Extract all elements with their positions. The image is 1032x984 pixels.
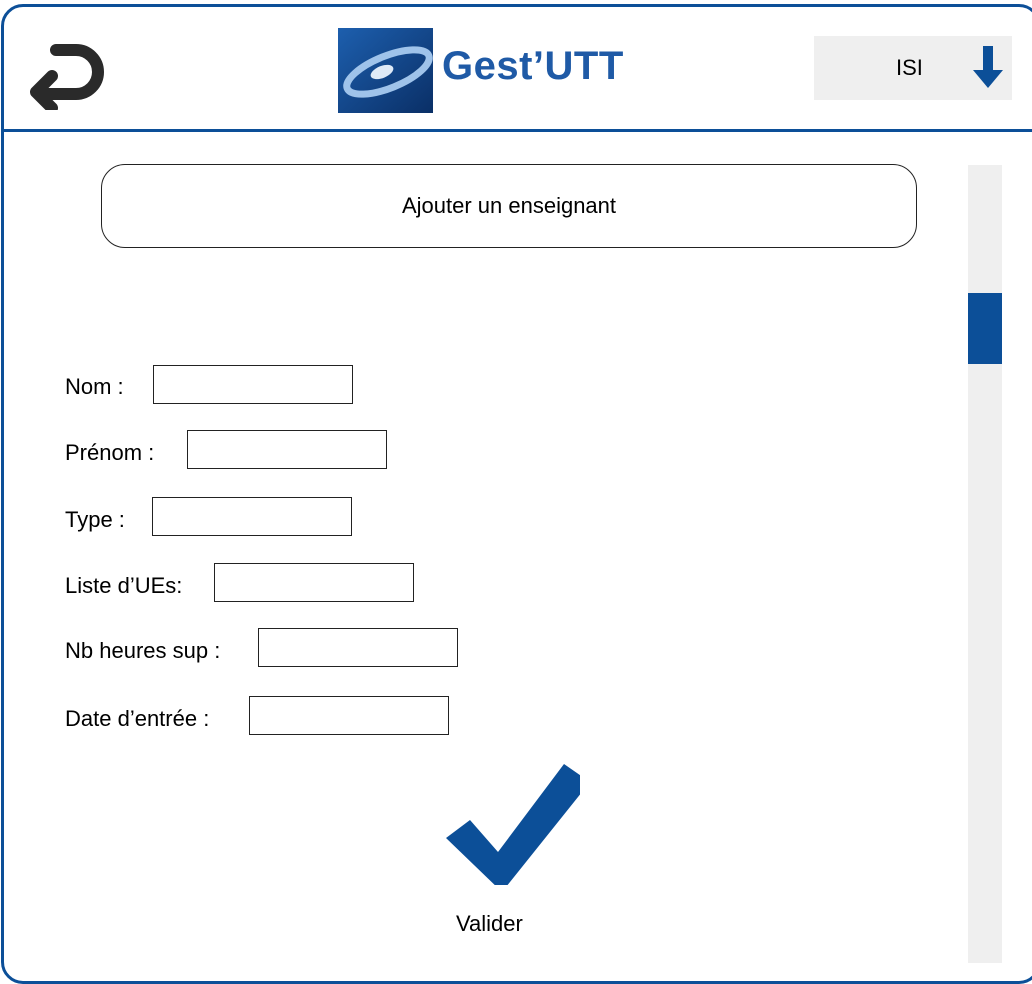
nb-heures-sup-input[interactable]	[258, 628, 458, 667]
nb-heures-sup-label: Nb heures sup :	[65, 638, 221, 663]
back-arrow-icon	[30, 44, 104, 114]
validate-label: Valider	[456, 911, 523, 936]
app-title: Gest’UTT	[442, 44, 624, 88]
header-divider	[2, 129, 1032, 132]
back-button[interactable]	[22, 32, 104, 114]
section-title: Ajouter un enseignant	[101, 164, 917, 248]
app-logo	[338, 28, 433, 113]
program-select-value: ISI	[896, 55, 923, 80]
date-entree-label: Date d’entrée :	[65, 706, 210, 731]
gestutt-logo-icon	[338, 28, 433, 113]
scrollbar-track[interactable]	[968, 165, 1002, 963]
prenom-label: Prénom :	[65, 440, 155, 465]
nom-input[interactable]	[153, 365, 353, 404]
scrollbar-thumb[interactable]	[968, 293, 1002, 364]
date-entree-input[interactable]	[249, 696, 449, 735]
nom-label: Nom :	[65, 374, 124, 399]
validate-button[interactable]: Valider	[430, 760, 590, 940]
liste-ues-input[interactable]	[214, 563, 414, 602]
program-select[interactable]: ISI	[814, 36, 1012, 100]
checkmark-icon	[446, 764, 580, 885]
type-input[interactable]	[152, 497, 352, 536]
type-label: Type :	[65, 507, 125, 532]
liste-ues-label: Liste d’UEs:	[65, 573, 183, 598]
down-arrow-icon	[973, 46, 1003, 88]
prenom-input[interactable]	[187, 430, 387, 469]
